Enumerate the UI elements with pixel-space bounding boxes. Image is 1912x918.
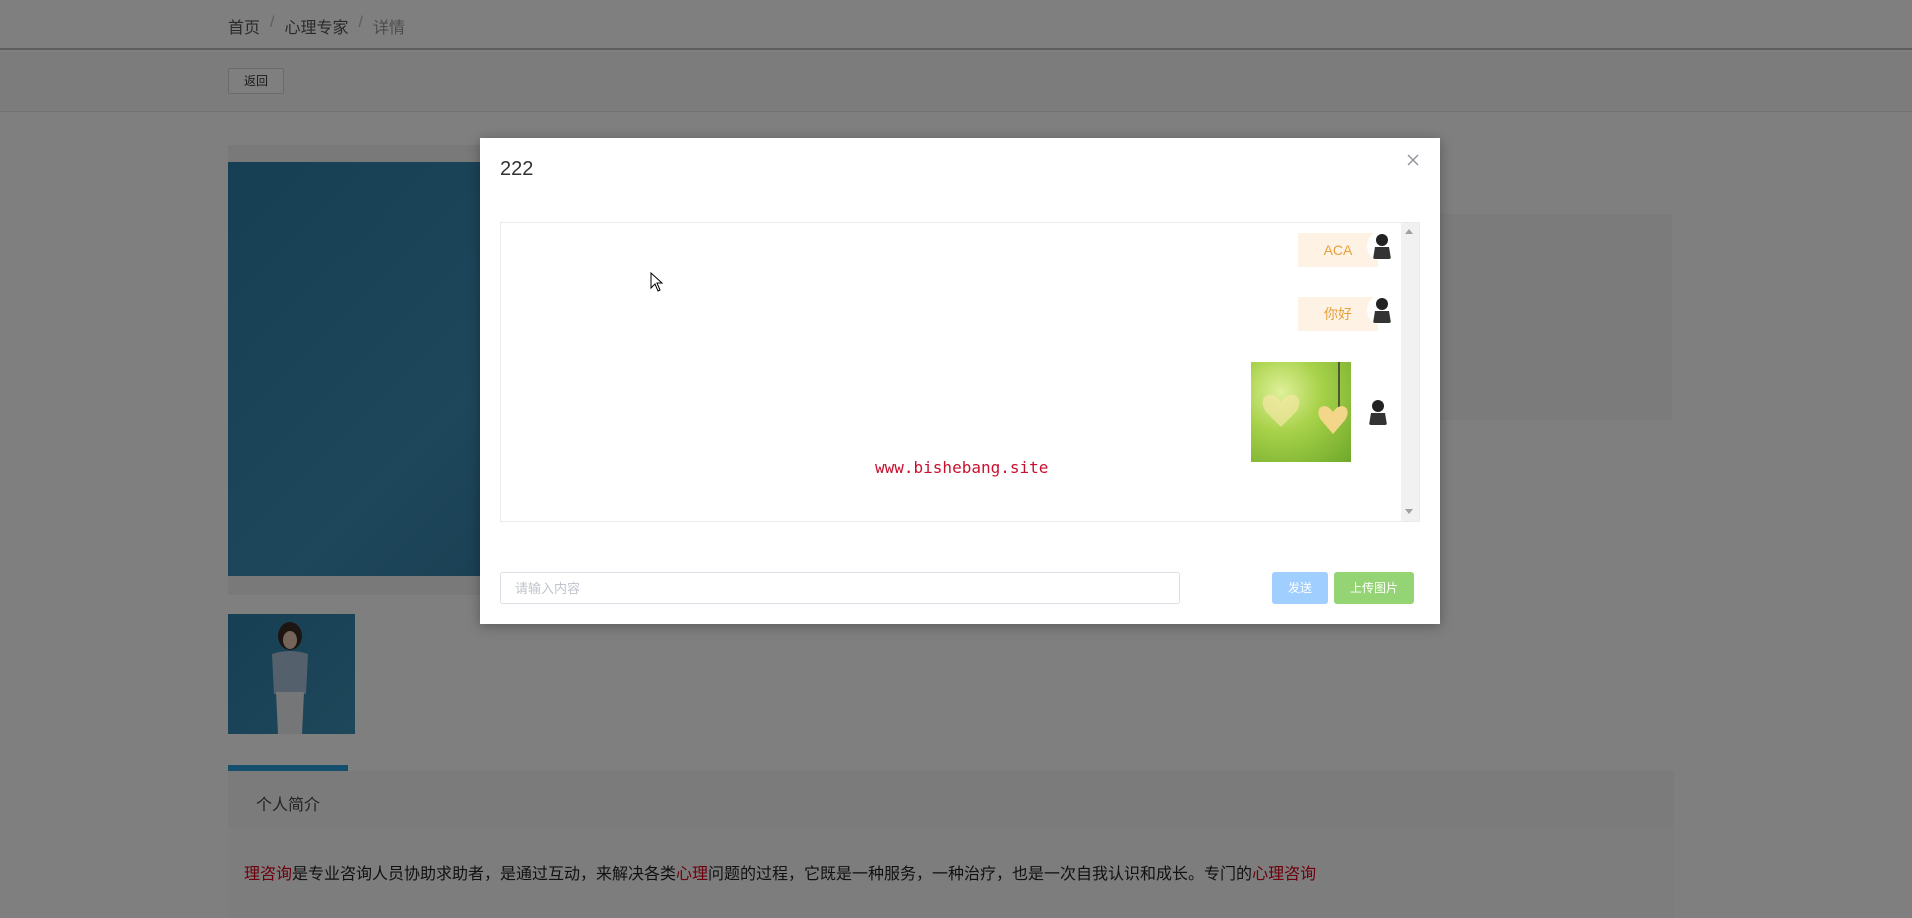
user-avatar: [1367, 231, 1397, 261]
close-icon[interactable]: [1404, 152, 1422, 170]
chat-scrollbar[interactable]: [1401, 223, 1419, 521]
scroll-down-icon[interactable]: [1405, 509, 1413, 514]
avatar-icon: [1373, 298, 1391, 323]
message-bubble: 你好: [1298, 297, 1378, 331]
user-avatar: [1367, 295, 1397, 325]
message-input[interactable]: [500, 572, 1180, 604]
avatar-icon: [1369, 400, 1387, 425]
send-button[interactable]: 发送: [1272, 572, 1328, 604]
mouse-cursor-icon: [650, 271, 664, 297]
message-bubble: ACA: [1298, 233, 1378, 267]
heart-image: [1262, 362, 1348, 434]
message-image[interactable]: [1251, 362, 1351, 462]
avatar-icon: [1373, 234, 1391, 259]
dialog-title: 222: [500, 158, 534, 180]
scroll-up-icon[interactable]: [1405, 229, 1413, 234]
watermark: www.bishebang.site: [875, 458, 1049, 477]
user-avatar: [1363, 397, 1393, 427]
chat-messages-area[interactable]: ACA 你好: [500, 222, 1420, 522]
chat-dialog: 222 ACA 你好 发送 上传图片: [480, 138, 1440, 624]
upload-image-button[interactable]: 上传图片: [1334, 572, 1414, 604]
